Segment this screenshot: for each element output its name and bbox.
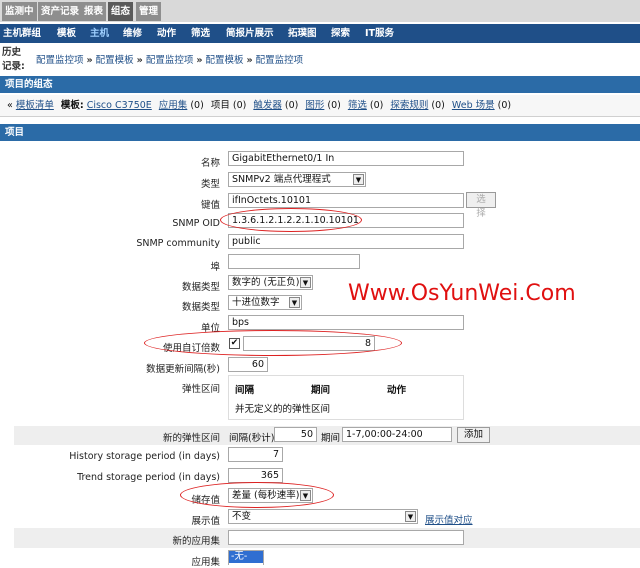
breadcrumb: 配置监控项» 配置模板» 配置监控项» 配置模板» 配置监控项 (36, 55, 304, 66)
history-period-label: History storage period (in days) (69, 451, 220, 462)
flex-col-action: 动作 (387, 385, 407, 396)
new-application-label: 新的应用集 (172, 536, 220, 547)
template-tabs: « 模板清单 模板: Cisco C3750E 应用集 (0) 项目 (0) 触发器 (… (0, 95, 640, 117)
data-type-label: 数据类型 (181, 282, 220, 293)
value-mapping-link[interactable]: 展示值对应 (425, 512, 473, 526)
tab-graphs[interactable]: 图形 (305, 100, 324, 111)
tab-screens[interactable]: 筛选 (348, 100, 367, 111)
flex-empty-message: 并无定义的的弹性区间 (235, 404, 331, 415)
annotation-oval-store (180, 482, 334, 508)
new-flex-period-label: 期间 (321, 433, 341, 444)
menu-discovery[interactable]: 探索 (331, 24, 350, 43)
menu-screens[interactable]: 筛选 (191, 24, 210, 43)
tab-web-scenarios[interactable]: Web 场景 (452, 100, 495, 111)
annotation-oval-oid (220, 208, 362, 232)
crumb-4[interactable]: 配置模板 (205, 55, 243, 66)
history-period-input[interactable]: 7 (228, 447, 283, 462)
data-format-label: 数据类型 (181, 302, 220, 313)
flex-col-period: 期间 (311, 385, 331, 396)
name-label: 名称 (200, 158, 220, 169)
applications-listbox[interactable]: -无- (228, 550, 264, 565)
crumb-3[interactable]: 配置监控项 (146, 55, 194, 66)
chevron-down-icon: ▼ (353, 174, 364, 185)
watermark-text: Www.OsYunWei.Com (348, 281, 576, 306)
menu-maintenance[interactable]: 维修 (123, 24, 142, 43)
tab-reports[interactable]: 报表 (81, 2, 107, 21)
flexible-intervals-label: 弹性区间 (181, 384, 220, 395)
tab-administration[interactable]: 管理 (136, 2, 162, 21)
new-flex-interval-label: 新的弹性区间 (162, 433, 220, 444)
type-label: 类型 (200, 179, 220, 190)
new-application-input[interactable] (228, 530, 464, 545)
tab-applications[interactable]: 应用集 (159, 100, 188, 111)
template-label: 模板: (60, 100, 84, 111)
crumb-5[interactable]: 配置监控项 (256, 55, 304, 66)
name-input[interactable]: GigabitEthernet0/1 In (228, 151, 464, 166)
snmp-community-input[interactable]: public (228, 234, 464, 249)
key-input[interactable]: ifInOctets.10101 (228, 193, 464, 208)
menu-maps[interactable]: 拓璞图 (288, 24, 317, 43)
data-type-select[interactable]: 数字的 (无正负) ▼ (228, 275, 313, 290)
tab-items[interactable]: 项目 (211, 100, 230, 111)
key-label: 键值 (200, 200, 220, 211)
flex-col-interval: 间隔 (235, 385, 255, 396)
trend-period-input[interactable]: 365 (228, 468, 283, 483)
chevron-down-icon: ▼ (300, 277, 311, 288)
applications-option-none[interactable]: -无- (229, 551, 263, 563)
sub-menu-bar: 主机群组 模板 主机 维修 动作 筛选 简报片展示 拓璞图 探索 IT服务 (0, 24, 640, 43)
type-select[interactable]: SNMPv2 端点代理程式 ▼ (228, 172, 366, 187)
chevron-down-icon: ▼ (289, 297, 300, 308)
tab-monitoring[interactable]: 监测中 (2, 2, 37, 21)
back-to-templates-link[interactable]: 模板清单 (16, 100, 54, 111)
menu-host-groups[interactable]: 主机群组 (3, 24, 41, 43)
new-flex-period-input[interactable]: 1-7,00:00-24:00 (342, 427, 452, 442)
update-interval-input[interactable]: 60 (228, 357, 268, 372)
port-input[interactable] (228, 254, 360, 269)
annotation-oval-multiplier (144, 330, 402, 356)
history-bar: 历史记录: 配置监控项» 配置模板» 配置监控项» 配置模板» 配置监控项 (0, 44, 640, 74)
add-flex-interval-button[interactable]: 添加 (457, 427, 490, 443)
section-header-config: 项目的组态 (0, 76, 640, 93)
menu-it-services[interactable]: IT服务 (365, 24, 394, 43)
section-header-item: 项目 (0, 124, 640, 141)
show-value-label: 展示值 (191, 516, 220, 527)
template-name-link[interactable]: Cisco C3750E (87, 100, 152, 111)
tab-triggers[interactable]: 触发器 (253, 100, 282, 111)
tab-inventory[interactable]: 资产记录 (38, 2, 83, 21)
snmp-oid-label: SNMP OID (172, 218, 220, 229)
new-flex-interval-sec-label: 间隔(秒计) (229, 433, 275, 444)
port-label: 埠 (210, 262, 220, 273)
update-interval-label: 数据更新间隔(秒) (146, 364, 220, 375)
applications-label: 应用集 (191, 557, 220, 568)
tab-configuration[interactable]: 组态 (108, 2, 134, 21)
show-value-select[interactable]: 不变 ▼ (228, 509, 418, 524)
trend-period-label: Trend storage period (in days) (77, 472, 220, 483)
data-format-select[interactable]: 十进位数字 ▼ (228, 295, 302, 310)
chevron-down-icon: ▼ (405, 511, 416, 522)
units-input[interactable]: bps (228, 315, 464, 330)
flexible-intervals-table: 间隔 期间 动作 并无定义的的弹性区间 (228, 375, 464, 420)
menu-actions[interactable]: 动作 (157, 24, 176, 43)
crumb-1[interactable]: 配置监控项 (36, 55, 84, 66)
top-tab-bar: 监测中 资产记录 报表 组态 管理 (0, 0, 640, 22)
tab-discovery-rules[interactable]: 探索规则 (390, 100, 428, 111)
menu-templates[interactable]: 模板 (57, 24, 76, 43)
history-label: 历史记录: (2, 47, 25, 72)
new-flex-interval-input[interactable]: 50 (274, 427, 317, 442)
menu-slides[interactable]: 简报片展示 (226, 24, 274, 43)
menu-hosts[interactable]: 主机 (90, 24, 109, 43)
select-key-button[interactable]: 选择 (466, 192, 496, 219)
snmp-community-label: SNMP community (136, 238, 220, 249)
crumb-2[interactable]: 配置模板 (96, 55, 134, 66)
